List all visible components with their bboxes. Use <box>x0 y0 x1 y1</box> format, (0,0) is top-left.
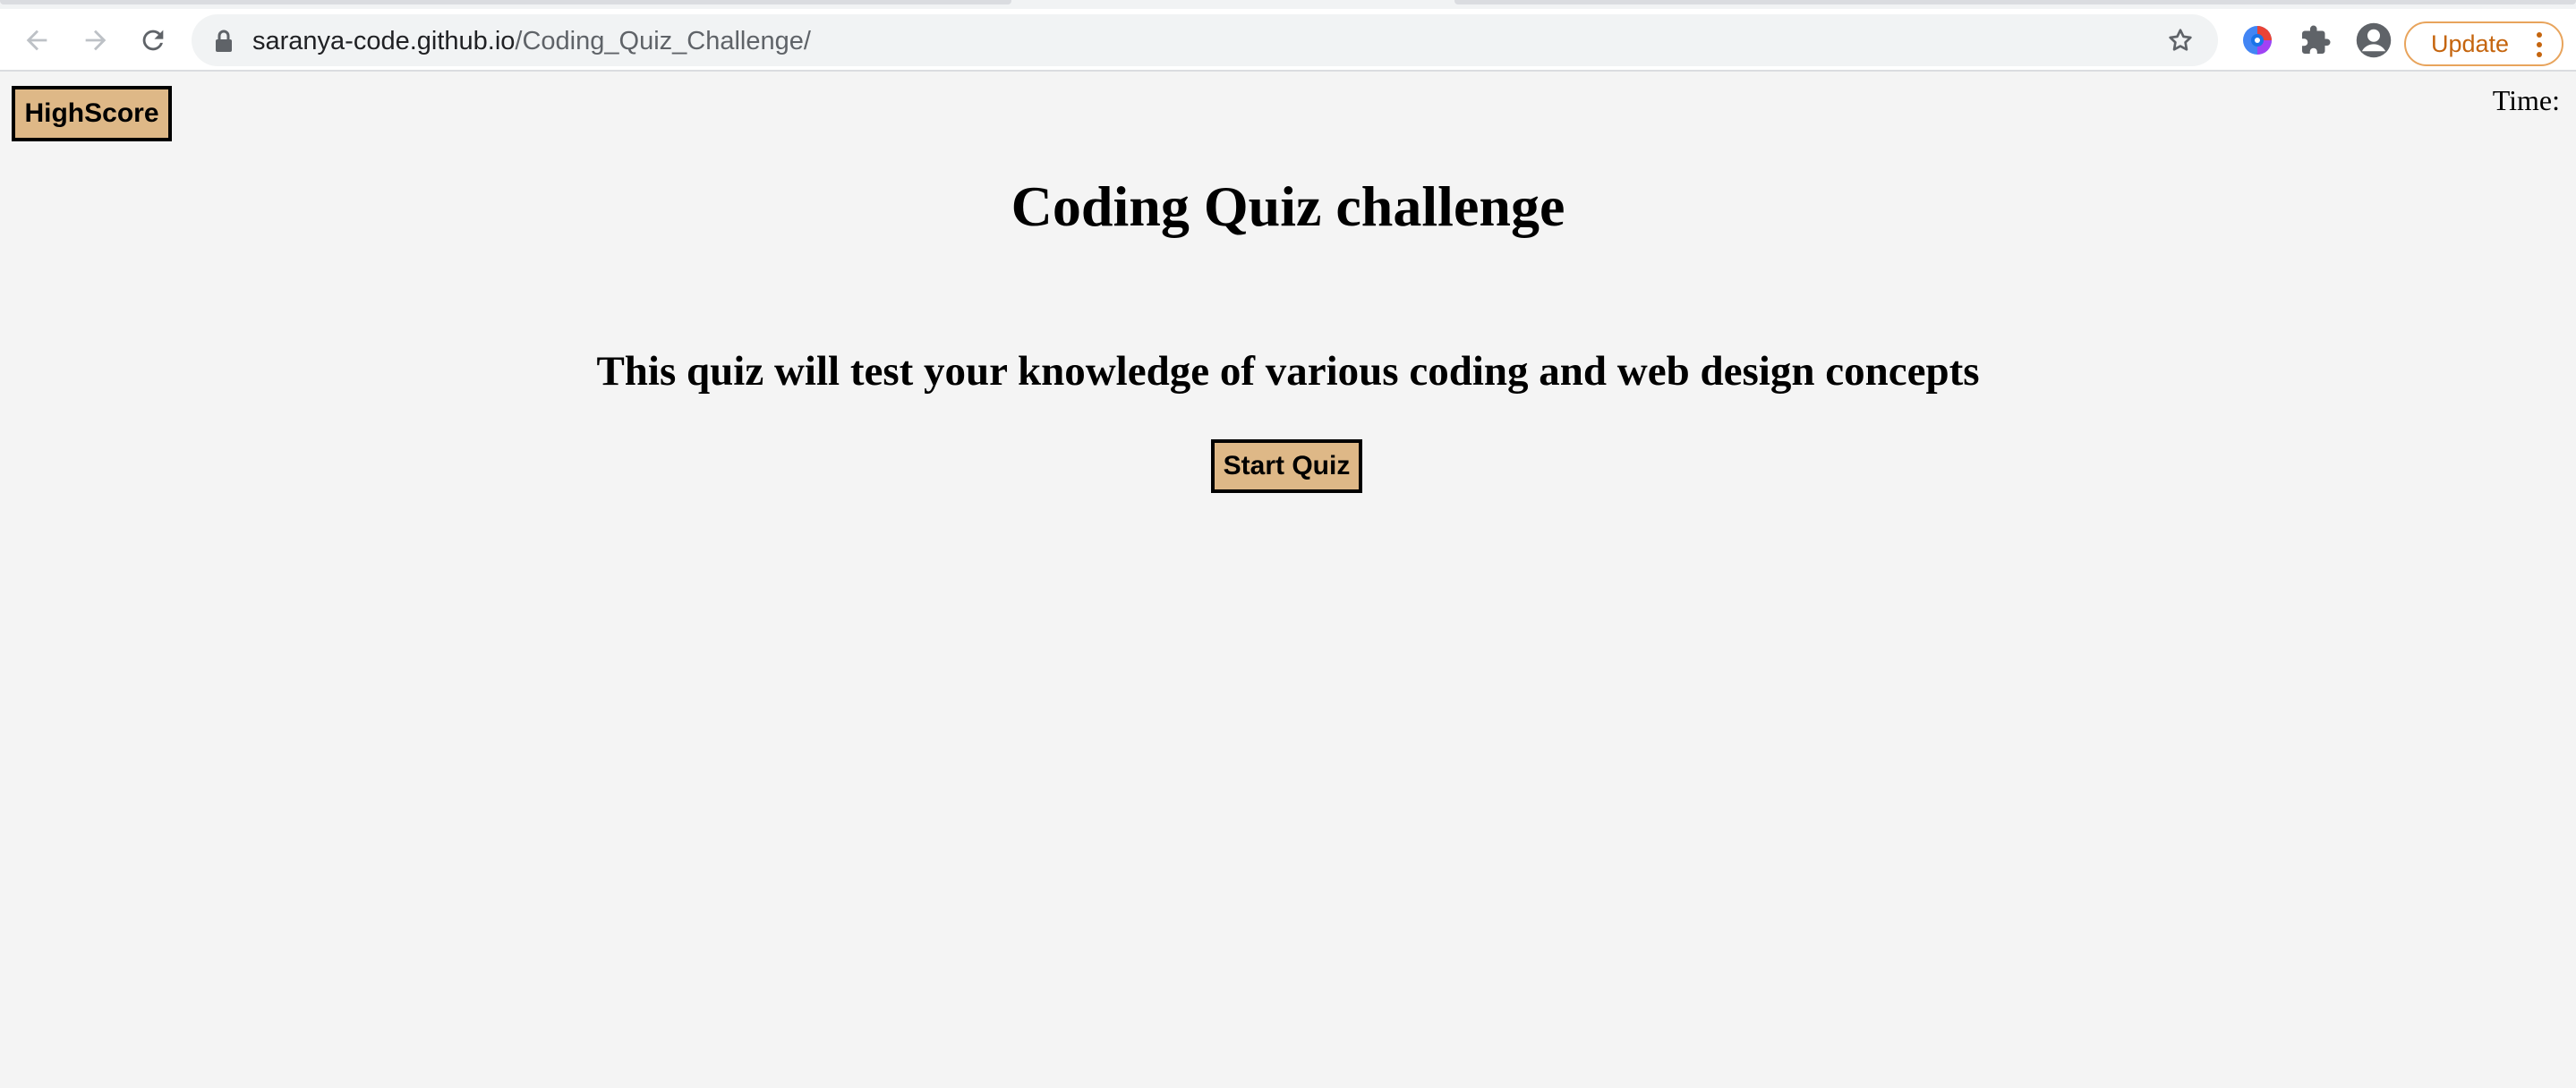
star-icon[interactable] <box>2166 26 2195 55</box>
update-button[interactable]: Update <box>2404 21 2563 66</box>
address-bar[interactable]: saranya-code.github.io/Coding_Quiz_Chall… <box>192 14 2218 66</box>
puzzle-icon[interactable] <box>2299 24 2332 56</box>
forward-button[interactable] <box>75 20 116 61</box>
highscore-button[interactable]: HighScore <box>12 86 172 141</box>
arrow-right-icon <box>85 30 107 51</box>
inactive-tab[interactable] <box>1454 0 2576 4</box>
quiz-description: This quiz will test your knowledge of va… <box>596 348 1980 395</box>
url-text[interactable]: saranya-code.github.io/Coding_Quiz_Chall… <box>252 27 811 55</box>
update-label: Update <box>2431 30 2510 57</box>
profile-icon[interactable] <box>2355 21 2393 59</box>
color-wheel-extension-icon[interactable] <box>2241 24 2273 56</box>
back-button[interactable] <box>16 20 57 61</box>
tab-strip <box>0 0 2576 9</box>
browser-toolbar: saranya-code.github.io/Coding_Quiz_Chall… <box>0 9 2576 72</box>
url-host: saranya-code.github.io <box>252 27 516 55</box>
time-label: Time: <box>2492 84 2560 116</box>
inactive-tab[interactable] <box>0 0 1011 4</box>
url-path: /Coding_Quiz_Challenge/ <box>515 27 811 55</box>
reload-icon <box>142 30 164 51</box>
lock-icon[interactable] <box>213 30 235 53</box>
reload-button[interactable] <box>132 20 174 61</box>
start-quiz-button[interactable]: Start Quiz <box>1211 439 1362 493</box>
arrow-left-icon <box>26 30 47 51</box>
kebab-menu-icon[interactable] <box>2537 32 2542 57</box>
page-content: HighScore Time: Coding Quiz challenge Th… <box>0 73 2576 1088</box>
page-title: Coding Quiz challenge <box>1011 174 1565 238</box>
